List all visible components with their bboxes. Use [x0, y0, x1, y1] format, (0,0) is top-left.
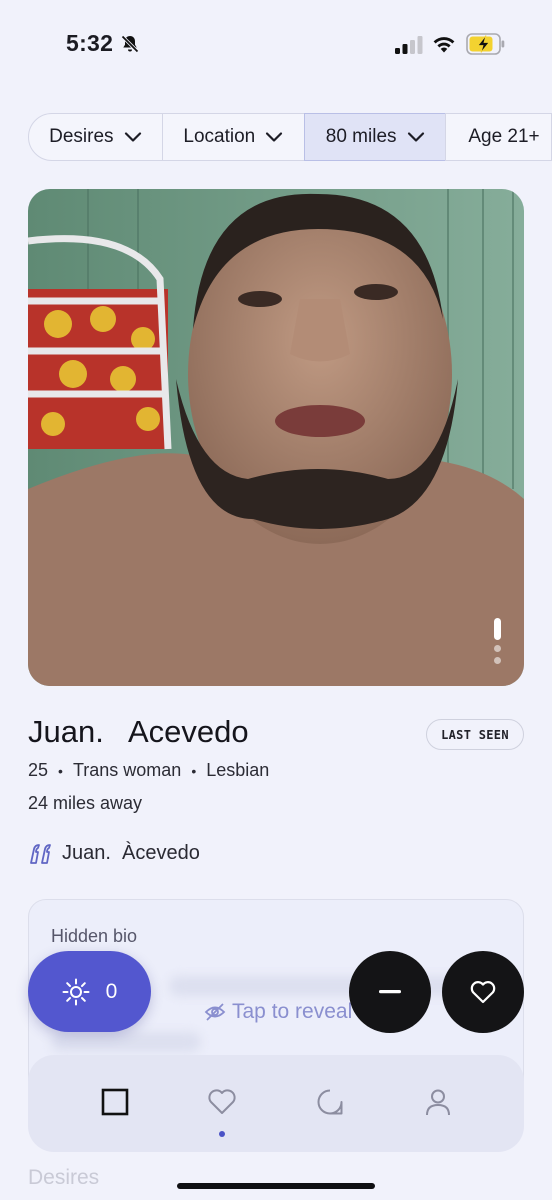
- photo-dot: [494, 657, 501, 664]
- filter-distance-button[interactable]: 80 miles: [303, 113, 447, 161]
- tab-likes-indicator: [219, 1131, 225, 1137]
- tap-to-reveal-button[interactable]: Tap to reveal: [204, 1000, 352, 1024]
- filter-desires-label: Desires: [49, 126, 114, 147]
- filter-age-button[interactable]: Age 21+: [445, 113, 552, 161]
- bell-slash-icon: [121, 35, 139, 53]
- separator-dot: •: [191, 762, 197, 779]
- filter-age-label: Age 21+: [468, 126, 540, 147]
- cellular-signal-icon: [395, 36, 423, 54]
- profile-photo-image: [28, 189, 524, 686]
- photo-pagination: [494, 613, 502, 664]
- minus-icon: [379, 990, 401, 994]
- boost-count: 0: [105, 979, 118, 1003]
- blurred-text: [169, 976, 489, 996]
- filter-distance-label: 80 miles: [325, 126, 397, 147]
- tab-profile-person-icon[interactable]: [423, 1087, 453, 1117]
- profile-orientation: Lesbian: [206, 760, 270, 780]
- filter-bar: Desires Location 80 miles Age 21+: [28, 113, 552, 161]
- status-time: 5:32: [66, 30, 114, 56]
- chevron-down-icon: [407, 132, 424, 142]
- tab-likes-heart-outline-icon[interactable]: [207, 1087, 237, 1117]
- sun-icon: [62, 978, 90, 1005]
- desires-section-title: Desires: [28, 1166, 100, 1189]
- separator-dot: •: [58, 762, 63, 779]
- profile-distance: 24 miles away: [28, 793, 143, 813]
- like-button[interactable]: [442, 951, 524, 1033]
- photo-dot: [494, 645, 501, 652]
- status-bar: 5:32: [0, 0, 552, 92]
- tab-home-square-icon[interactable]: [100, 1087, 130, 1117]
- heart-icon: [470, 981, 496, 1004]
- chevron-down-icon: [124, 132, 141, 142]
- wifi-icon: [433, 37, 455, 53]
- tab-chats-chat-bubble-icon[interactable]: [315, 1087, 345, 1117]
- reveal-label: Tap to reveal: [232, 1000, 353, 1023]
- battery-charging-icon: [466, 33, 505, 55]
- profile-photo[interactable]: [28, 189, 524, 686]
- photo-dot-active: [494, 618, 501, 640]
- chevron-down-icon: [266, 132, 283, 142]
- last-seen-badge: LAST SEEN: [426, 719, 524, 750]
- profile-quote: Juan. Àcevedo: [28, 842, 200, 865]
- filter-desires-button[interactable]: Desires: [28, 113, 163, 161]
- profile-gender: Trans woman: [72, 760, 182, 780]
- quote-icon: [30, 843, 51, 864]
- eye-slash-icon: [204, 1003, 226, 1021]
- boost-button[interactable]: 0: [28, 951, 151, 1032]
- blurred-text: [51, 1032, 201, 1052]
- profile-age: 25: [28, 760, 49, 780]
- filter-location-label: Location: [183, 126, 256, 147]
- pass-button[interactable]: [349, 951, 431, 1033]
- tab-bar: [28, 1055, 524, 1152]
- filter-location-button[interactable]: Location: [161, 113, 305, 161]
- profile-meta: 25 • Trans woman • Lesbian: [28, 760, 269, 781]
- bio-title: Hidden bio: [51, 926, 138, 946]
- quote-text: Juan. Àcevedo: [62, 842, 200, 864]
- home-indicator: [177, 1183, 375, 1189]
- profile-name: Juan. Acevedo: [28, 714, 249, 749]
